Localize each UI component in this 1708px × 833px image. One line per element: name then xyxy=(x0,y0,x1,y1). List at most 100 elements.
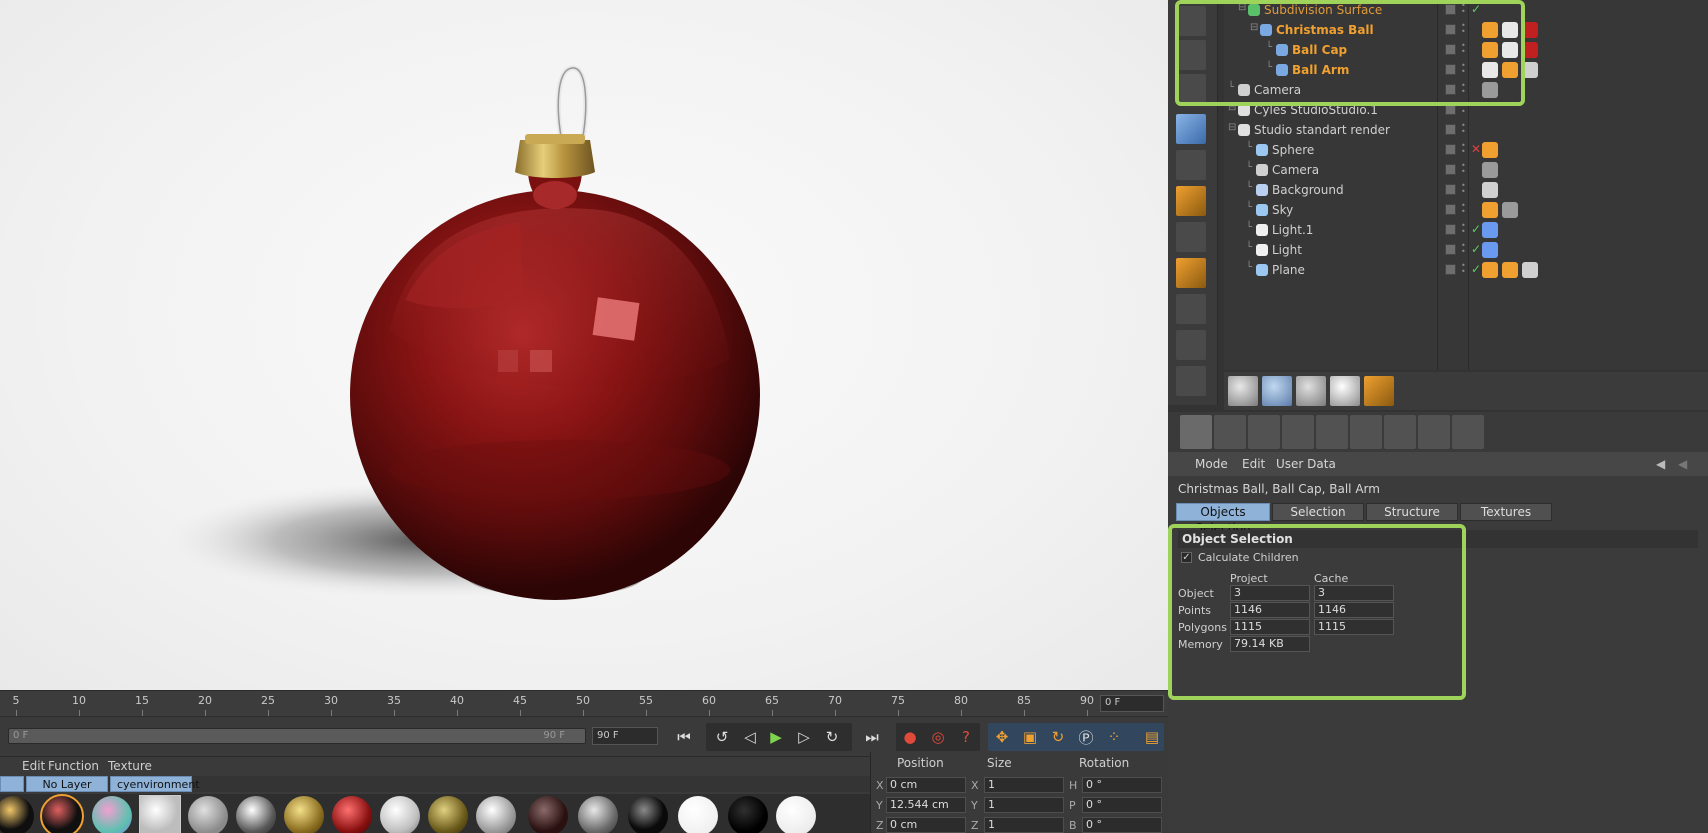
3d-viewport[interactable] xyxy=(0,0,1168,690)
material-swatch[interactable] xyxy=(428,796,468,833)
layer-icon[interactable] xyxy=(1445,264,1456,275)
back-arrow-icon[interactable]: ◀ xyxy=(1656,457,1665,471)
tree-expander-icon[interactable]: └ xyxy=(1246,142,1252,153)
visibility-dots-icon[interactable]: • • xyxy=(1461,242,1466,257)
visibility-dots-icon[interactable]: • • xyxy=(1461,2,1466,17)
axis-icon[interactable] xyxy=(1176,366,1206,396)
tree-expander-icon[interactable]: └ xyxy=(1266,42,1272,53)
cube-icon[interactable] xyxy=(1176,74,1206,104)
ghost-icon[interactable] xyxy=(1330,376,1360,406)
next-key-icon[interactable]: ↻ xyxy=(820,725,844,749)
timeline-window-icon[interactable]: ▤ xyxy=(1140,725,1164,749)
spheres-icon[interactable] xyxy=(1296,376,1326,406)
layer-icon[interactable] xyxy=(1445,244,1456,255)
visibility-dots-icon[interactable]: • • xyxy=(1461,202,1466,217)
object-row[interactable]: └ Camera • • xyxy=(1224,80,1708,100)
polygon-selection-icon[interactable] xyxy=(1282,415,1314,449)
object-name[interactable]: Studio standart render xyxy=(1254,123,1390,137)
material-swatch[interactable] xyxy=(332,796,372,833)
visibility-dots-icon[interactable]: • • xyxy=(1461,182,1466,197)
tree-expander-icon[interactable]: └ xyxy=(1266,62,1272,73)
object-name[interactable]: Sphere xyxy=(1272,143,1314,157)
model-mode-icon[interactable] xyxy=(1176,114,1206,144)
object-name[interactable]: Light.1 xyxy=(1272,223,1313,237)
tag-icon[interactable] xyxy=(1522,22,1538,38)
visibility-dots-icon[interactable]: • • xyxy=(1461,62,1466,77)
go-to-end-icon[interactable]: ⏭ xyxy=(860,725,884,749)
next-frame-icon[interactable]: ▷ xyxy=(792,725,816,749)
material-swatch[interactable] xyxy=(628,796,668,833)
object-row[interactable]: └ Light • • ✓ xyxy=(1224,240,1708,260)
object-name[interactable]: Ball Cap xyxy=(1292,43,1347,57)
material-swatch[interactable] xyxy=(578,796,618,833)
tree-expander-icon[interactable]: ⊟ xyxy=(1250,22,1258,33)
menu-edit[interactable]: Edit xyxy=(22,759,45,773)
tree-expander-icon[interactable]: └ xyxy=(1246,162,1252,173)
tag-icon[interactable] xyxy=(1502,262,1518,278)
visibility-dots-icon[interactable]: • • xyxy=(1461,262,1466,277)
tree-expander-icon[interactable]: └ xyxy=(1228,82,1234,93)
end-frame-field[interactable]: 90 F xyxy=(592,727,658,745)
enabled-check-icon[interactable]: ✓ xyxy=(1471,222,1481,236)
rot-b-field[interactable]: 0 ° xyxy=(1082,817,1162,833)
pos-x-field[interactable]: 0 cm xyxy=(886,777,966,793)
layer-icon[interactable] xyxy=(1445,184,1456,195)
object-row[interactable]: └ Ball Cap • • xyxy=(1224,40,1708,60)
layer-icon[interactable] xyxy=(1445,4,1456,15)
size-y-field[interactable]: 1 xyxy=(984,797,1064,813)
cube-icon[interactable] xyxy=(1316,415,1348,449)
object-row[interactable]: └ Camera • • xyxy=(1224,160,1708,180)
object-name[interactable]: Camera xyxy=(1272,163,1319,177)
tree-expander-icon[interactable]: └ xyxy=(1246,202,1252,213)
visibility-dots-icon[interactable]: • • xyxy=(1461,142,1466,157)
layer-icon[interactable] xyxy=(1445,204,1456,215)
tab-objects-selection[interactable]: Objects Selection xyxy=(1176,503,1270,535)
material-swatch[interactable] xyxy=(0,796,34,833)
menu-mode[interactable]: Mode xyxy=(1195,457,1228,471)
animation-mode-icon[interactable] xyxy=(1176,258,1206,288)
uv-grid-icon[interactable] xyxy=(1176,294,1206,324)
object-name[interactable]: Camera xyxy=(1254,83,1301,97)
object-row[interactable]: └ Light.1 • • ✓ xyxy=(1224,220,1708,240)
material-swatch[interactable] xyxy=(776,796,816,833)
layer-icon[interactable] xyxy=(1445,124,1456,135)
forward-arrow-icon[interactable]: ◀ xyxy=(1678,457,1687,471)
tab-selection[interactable]: Selection xyxy=(1272,503,1364,521)
visibility-dots-icon[interactable]: • • xyxy=(1461,82,1466,97)
keyframe-selection-icon[interactable]: ? xyxy=(954,725,978,749)
autokey-icon[interactable]: ◎ xyxy=(926,725,950,749)
visibility-dots-icon[interactable]: • • xyxy=(1461,22,1466,37)
layer-icon[interactable] xyxy=(1445,24,1456,35)
sphere-icon[interactable] xyxy=(1262,376,1292,406)
object-row[interactable]: ⊟ Cyles StudioStudio.1 • • xyxy=(1224,100,1708,120)
visibility-dots-icon[interactable]: • • xyxy=(1461,102,1466,117)
calculate-children-checkbox[interactable]: ✓ xyxy=(1181,552,1192,563)
object-row[interactable]: └ Ball Arm • • xyxy=(1224,60,1708,80)
tag-icon[interactable] xyxy=(1482,142,1498,158)
snap-icon[interactable] xyxy=(1176,330,1206,360)
tree-expander-icon[interactable]: └ xyxy=(1246,222,1252,233)
enabled-check-icon[interactable]: ✓ xyxy=(1471,2,1481,16)
layer-icon[interactable] xyxy=(1445,144,1456,155)
spline-icon[interactable] xyxy=(1452,415,1484,449)
object-row[interactable]: └ Sky • • xyxy=(1224,200,1708,220)
object-row[interactable]: └ Sphere • • ✕ xyxy=(1224,140,1708,160)
rectangle-selection-icon[interactable] xyxy=(1214,415,1246,449)
live-selection-icon[interactable] xyxy=(1180,415,1212,449)
pos-z-field[interactable]: 0 cm xyxy=(886,817,966,833)
sphere-icon[interactable] xyxy=(1228,376,1258,406)
previous-key-icon[interactable]: ↺ xyxy=(710,725,734,749)
rotation-key-icon[interactable]: ↻ xyxy=(1046,725,1070,749)
position-key-icon[interactable]: ✥ xyxy=(990,725,1014,749)
workplane-icon[interactable] xyxy=(1176,222,1206,252)
material-swatch[interactable] xyxy=(284,796,324,833)
tag-icon[interactable] xyxy=(1502,42,1518,58)
menu-texture[interactable]: Texture xyxy=(108,759,152,773)
tree-expander-icon[interactable]: └ xyxy=(1246,182,1252,193)
material-swatch[interactable] xyxy=(188,796,228,833)
object-name[interactable]: Sky xyxy=(1272,203,1293,217)
layer-tab-no-layer[interactable]: No Layer xyxy=(26,776,108,792)
object-name[interactable]: Subdivision Surface xyxy=(1264,3,1382,17)
object-name[interactable]: Plane xyxy=(1272,263,1305,277)
scale-key-icon[interactable]: ▣ xyxy=(1018,725,1042,749)
